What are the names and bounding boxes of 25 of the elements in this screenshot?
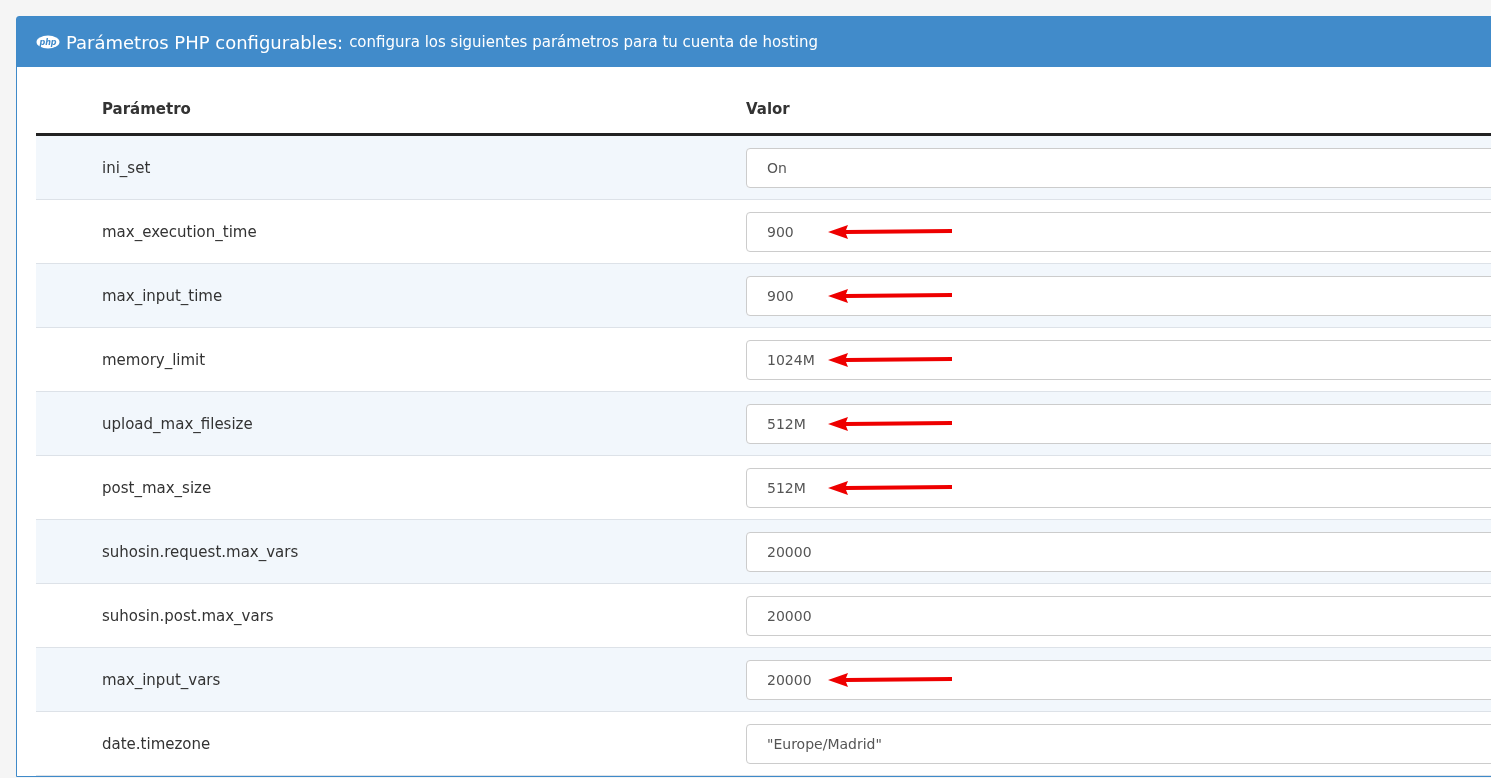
column-header: Parámetro xyxy=(102,100,191,118)
parameter-name: max_execution_time xyxy=(102,222,257,241)
parameter-name: post_max_size xyxy=(102,478,212,497)
column-header: Valor xyxy=(746,100,790,118)
value-field[interactable]: 20000 xyxy=(746,659,1491,700)
value-field[interactable]: 512M xyxy=(746,403,1491,444)
value-field[interactable]: 900 xyxy=(746,211,1491,252)
parameter-name: memory_limit xyxy=(102,350,206,369)
parameter-name: suhosin.post.max_vars xyxy=(102,606,274,625)
value-field[interactable]: 20000 xyxy=(746,531,1491,572)
value-field[interactable]: 900 xyxy=(746,275,1491,316)
php-icon: php xyxy=(36,35,60,49)
parameter-name: max_input_time xyxy=(102,286,223,305)
parameter-name: ini_set xyxy=(102,158,151,177)
value-field[interactable]: 1024M xyxy=(746,339,1491,380)
panel-subtitle: configura los siguientes parámetros para tu cuenta de hosting xyxy=(349,33,818,51)
panel-title: Parámetros PHP configurables: xyxy=(66,31,344,53)
value-field[interactable]: On xyxy=(746,147,1491,188)
parameter-name: upload_max_filesize xyxy=(102,414,253,433)
value-field[interactable]: "Europe/Madrid" xyxy=(746,723,1491,764)
value-field[interactable]: 512M xyxy=(746,467,1491,508)
parameter-name: date.timezone xyxy=(102,734,211,753)
parameter-name: max_input_vars xyxy=(102,670,221,689)
parameter-name: suhosin.request.max_vars xyxy=(102,542,299,561)
value-field[interactable]: 20000 xyxy=(746,595,1491,636)
